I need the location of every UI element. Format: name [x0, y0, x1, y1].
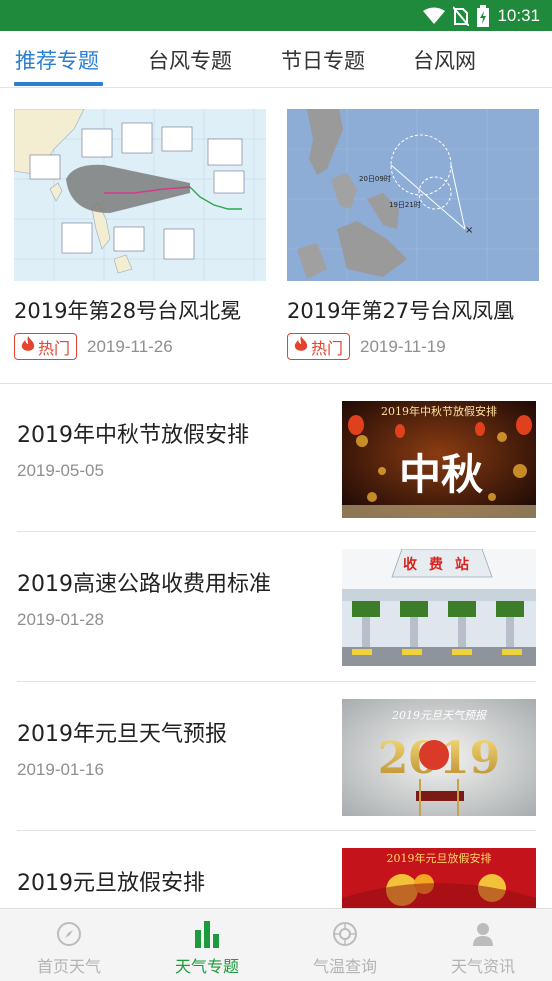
featured-title: 2019年第27号台风凤凰 — [287, 299, 515, 323]
thermometer-ball-icon — [330, 919, 360, 949]
featured-card-typhoon-28[interactable]: 2019年第28号台风北冕 热门 2019-11-26 — [14, 109, 266, 360]
list-item-date: 2019-01-28 — [17, 610, 104, 629]
list-item-title: 2019高速公路收费用标准 — [17, 572, 271, 597]
flame-icon — [21, 336, 35, 357]
topic-tabs: 推荐专题 台风专题 节日专题 台风网 — [0, 31, 552, 88]
list-item-new-year-holiday[interactable]: 2019元旦放假安排 2019年元旦放假安排 — [0, 831, 552, 908]
new-year-2019-image: 2019元旦天气预报 2019 — [342, 699, 536, 816]
typhoon-track-map-image — [14, 109, 266, 281]
nav-weather-news[interactable]: 天气资讯 — [414, 909, 552, 981]
bar-chart-icon — [192, 919, 222, 949]
featured-meta: 热门 2019-11-19 — [287, 333, 446, 360]
list-item-title: 2019年中秋节放假安排 — [17, 423, 249, 448]
list-item-highway-toll[interactable]: 2019高速公路收费用标准 2019-01-28 收费站 — [0, 532, 552, 682]
featured-date: 2019-11-19 — [360, 336, 446, 356]
tab-typhoon[interactable]: 台风专题 — [148, 31, 232, 88]
tab-typhoon-net[interactable]: 台风网 — [413, 31, 476, 88]
nav-weather-topics[interactable]: 天气专题 — [138, 909, 276, 981]
no-sim-icon — [453, 6, 470, 26]
wifi-icon — [423, 7, 446, 25]
hot-badge: 热门 — [287, 333, 351, 360]
flame-icon — [294, 336, 308, 357]
list-item-title: 2019年元旦天气预报 — [17, 722, 227, 747]
featured-card-typhoon-27[interactable]: × 20日09时 19日21时 2019年第27号台风凤凰 热门 2019-11… — [287, 109, 539, 360]
image-caption: 2019年中秋节放假安排 — [381, 404, 497, 418]
featured-date: 2019-11-26 — [87, 336, 173, 356]
status-bar: 10:31 — [0, 0, 552, 31]
nav-home-weather[interactable]: 首页天气 — [0, 909, 138, 981]
battery-charging-icon — [477, 5, 490, 27]
tab-recommended[interactable]: 推荐专题 — [15, 31, 99, 88]
tab-holiday[interactable]: 节日专题 — [281, 31, 365, 88]
image-caption: 收费站 — [403, 556, 481, 573]
list-item-mid-autumn[interactable]: 2019年中秋节放假安排 2019-05-05 2019年中秋节放假安排 中秋 — [0, 384, 552, 534]
person-icon — [468, 919, 498, 949]
hot-badge: 热门 — [14, 333, 78, 360]
new-year-holiday-image: 2019年元旦放假安排 — [342, 848, 536, 908]
svg-text:×: × — [465, 225, 473, 236]
mid-autumn-image: 2019年中秋节放假安排 中秋 — [342, 401, 536, 518]
active-tab-indicator — [14, 82, 103, 86]
image-caption: 2019年元旦放假安排 — [387, 851, 492, 865]
typhoon-satellite-image: × 20日09时 19日21时 — [287, 109, 539, 281]
nav-temperature-query[interactable]: 气温查询 — [276, 909, 414, 981]
list-item-new-year-weather[interactable]: 2019年元旦天气预报 2019-01-16 2019元旦天气预报 2019 — [0, 682, 552, 832]
map-label-20th: 20日09时 — [359, 174, 391, 183]
list-item-date: 2019-01-16 — [17, 760, 104, 779]
list-item-date: 2019-05-05 — [17, 461, 104, 480]
status-time: 10:31 — [497, 6, 540, 25]
image-mid-autumn-text: 中秋 — [399, 450, 483, 499]
list-item-title: 2019元旦放假安排 — [17, 871, 205, 896]
image-caption: 2019元旦天气预报 — [391, 709, 488, 722]
featured-title: 2019年第28号台风北冕 — [14, 299, 242, 323]
featured-meta: 热门 2019-11-26 — [14, 333, 173, 360]
toll-station-image: 收费站 — [342, 549, 536, 666]
compass-icon — [54, 919, 84, 949]
bottom-navigation: 首页天气 天气专题 气温查询 天气资讯 — [0, 908, 552, 981]
map-label-19th: 19日21时 — [389, 200, 421, 209]
